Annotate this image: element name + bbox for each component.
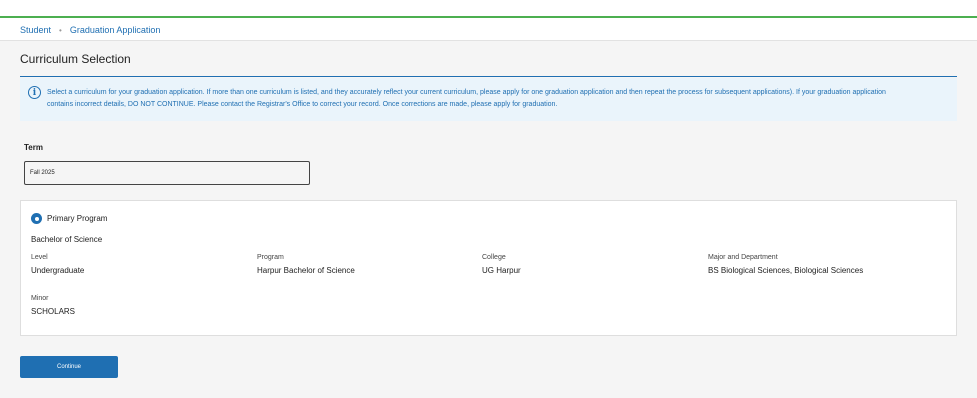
main-content: Curriculum Selection i Select a curricul… [0,41,977,398]
major-label: Major and Department [708,254,778,261]
primary-program-radio-row[interactable]: Primary Program [31,213,107,224]
info-icon: i [28,86,41,99]
alert-line-1: Select a curriculum for your graduation … [47,89,886,96]
title-divider [20,76,957,77]
radio-selected-dot [34,216,39,221]
minor-value: SCHOLARS [31,307,76,316]
major-value: BS Biological Sciences, Biological Scien… [708,266,864,275]
major-field: Major and Department BS Biological Scien… [708,254,863,275]
breadcrumb-student-link[interactable]: Student [20,25,51,35]
level-field: Level Undergraduate [31,254,84,275]
info-alert: i Select a curriculum for your graduatio… [20,78,957,121]
continue-button[interactable]: Continue [20,356,118,378]
program-field: Program Harpur Bachelor of Science [257,254,355,275]
primary-program-label: Primary Program [47,214,108,223]
level-value: Undergraduate [31,266,85,275]
term-field[interactable]: Fall 2025 [24,161,310,185]
alert-line-2: contains incorrect details, DO NOT CONTI… [47,101,558,108]
level-label: Level [31,254,48,261]
college-field: College UG Harpur [482,254,521,275]
program-card: Primary Program Bachelor of Science Leve… [20,200,957,336]
term-label: Term [24,143,43,152]
program-label: Program [257,254,284,261]
breadcrumb: Student • Graduation Application [0,20,977,41]
breadcrumb-graduation-application-link[interactable]: Graduation Application [70,25,161,35]
breadcrumb-separator: • [59,25,62,35]
program-value: Harpur Bachelor of Science [257,266,355,275]
degree-name: Bachelor of Science [31,235,103,244]
primary-program-radio[interactable] [31,213,42,224]
minor-label: Minor [31,295,49,302]
alert-message: Select a curriculum for your graduation … [47,87,886,121]
minor-field: Minor SCHOLARS [31,295,75,316]
top-header-bar [0,0,977,18]
page-title: Curriculum Selection [20,52,131,66]
college-label: College [482,254,506,261]
college-value: UG Harpur [482,266,521,275]
